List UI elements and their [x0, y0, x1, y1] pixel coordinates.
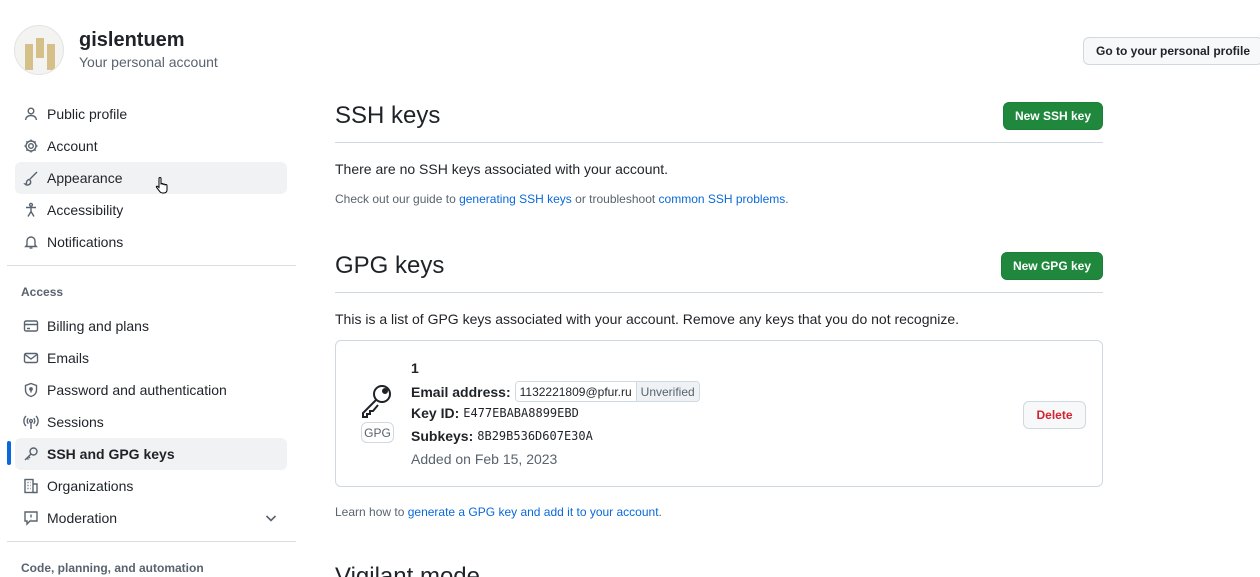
generate-gpg-key-link[interactable]: generate a GPG key and add it to your ac… — [408, 505, 659, 519]
gear-icon — [23, 138, 39, 154]
email-pill: 1132221809@pfur.ru Unverified — [514, 381, 700, 402]
email-address: 1132221809@pfur.ru — [515, 382, 636, 401]
gpg-added-date: Added on Feb 15, 2023 — [411, 451, 558, 467]
new-gpg-key-button[interactable]: New GPG key — [1001, 252, 1103, 280]
sidebar-item-billing[interactable]: Billing and plans — [15, 310, 287, 342]
report-icon — [23, 510, 39, 526]
gpg-keys-title: GPG keys — [335, 252, 445, 279]
gpg-key-item: GPG 1 Email address: 1132221809@pfur.ru … — [335, 340, 1103, 487]
broadcast-icon — [23, 414, 39, 430]
sidebar-item-notifications[interactable]: Notifications — [15, 226, 287, 258]
mail-icon — [23, 350, 39, 366]
avatar[interactable] — [14, 25, 64, 75]
sidebar-item-label: Sessions — [47, 414, 104, 430]
ssh-empty-text: There are no SSH keys associated with yo… — [335, 161, 669, 177]
gpg-learn-prefix: Learn how to — [335, 505, 408, 519]
selected-indicator — [7, 441, 11, 465]
sidebar-item-appearance[interactable]: Appearance — [15, 162, 287, 194]
ssh-guide-middle: or troubleshoot — [571, 192, 659, 206]
account-username[interactable]: gislentuem — [79, 29, 185, 52]
gpg-description: This is a list of GPG keys associated wi… — [335, 311, 960, 327]
shield-lock-icon — [23, 382, 39, 398]
ssh-guide-suffix: . — [785, 192, 789, 206]
ssh-guide-note: Check out our guide to generating SSH ke… — [335, 192, 789, 206]
sidebar-item-label: Accessibility — [47, 202, 124, 218]
keyid-label: Key ID: — [411, 405, 460, 421]
bell-icon — [23, 234, 39, 250]
key-icon — [362, 385, 391, 418]
accessibility-icon — [23, 202, 39, 218]
sidebar-divider — [7, 541, 296, 542]
section-divider — [335, 142, 1103, 143]
sidebar-item-accessibility[interactable]: Accessibility — [15, 194, 287, 226]
organization-icon — [23, 478, 39, 494]
sidebar-item-label: Password and authentication — [47, 382, 227, 398]
sidebar-heading-access: Access — [21, 285, 64, 299]
sidebar-item-password[interactable]: Password and authentication — [15, 374, 287, 406]
sidebar-item-account[interactable]: Account — [15, 130, 287, 162]
account-subtitle: Your personal account — [79, 54, 218, 70]
gpg-learn-suffix: . — [658, 505, 662, 519]
sidebar-item-ssh-gpg-keys[interactable]: SSH and GPG keys — [15, 438, 287, 470]
gpg-keyid-row: Key ID: E477EBABA8899EBD — [411, 405, 579, 421]
key-icon — [23, 446, 39, 462]
sidebar-item-label: Moderation — [47, 510, 118, 526]
sidebar-item-label: Billing and plans — [47, 318, 149, 334]
email-status-badge: Unverified — [635, 382, 699, 401]
sidebar-heading-code: Code, planning, and automation — [21, 561, 204, 575]
gpg-badge: GPG — [361, 422, 394, 443]
go-to-profile-button[interactable]: Go to your personal profile — [1083, 37, 1260, 65]
sidebar-item-label: Emails — [47, 350, 90, 366]
ssh-keys-title: SSH keys — [335, 102, 441, 129]
sidebar-item-label: Notifications — [47, 234, 124, 250]
gpg-key-name: 1 — [411, 360, 419, 376]
subkeys-value: 8B29B536D607E30A — [477, 429, 593, 443]
sidebar-item-organizations[interactable]: Organizations — [15, 470, 287, 502]
sidebar-item-emails[interactable]: Emails — [15, 342, 287, 374]
sidebar-divider — [7, 265, 296, 266]
mouse-cursor-icon — [155, 177, 168, 194]
email-label: Email address: — [411, 383, 511, 400]
generating-ssh-keys-link[interactable]: generating SSH keys — [459, 192, 572, 206]
sidebar-item-public-profile[interactable]: Public profile — [15, 98, 287, 130]
keyid-value: E477EBABA8899EBD — [463, 406, 579, 420]
common-ssh-problems-link[interactable]: common SSH problems — [659, 192, 786, 206]
new-ssh-key-button[interactable]: New SSH key — [1003, 102, 1103, 130]
sidebar-item-label: Public profile — [47, 106, 128, 122]
sidebar-item-label: SSH and GPG keys — [47, 446, 175, 462]
credit-card-icon — [23, 318, 39, 334]
ssh-guide-prefix: Check out our guide to — [335, 192, 460, 206]
paintbrush-icon — [23, 170, 39, 186]
sidebar-item-sessions[interactable]: Sessions — [15, 406, 287, 438]
sidebar-item-label: Appearance — [47, 170, 123, 186]
sidebar-item-label: Account — [47, 138, 98, 154]
vigilant-mode-title: Vigilant mode — [335, 563, 480, 577]
delete-gpg-key-button[interactable]: Delete — [1023, 401, 1086, 429]
gpg-subkeys-row: Subkeys: 8B29B536D607E30A — [411, 428, 593, 444]
subkeys-label: Subkeys: — [411, 428, 474, 444]
section-divider — [335, 292, 1103, 293]
chevron-down-icon[interactable] — [263, 510, 279, 526]
sidebar-item-label: Organizations — [47, 478, 134, 494]
sidebar-item-moderation[interactable]: Moderation — [15, 502, 287, 534]
gpg-learn-note: Learn how to generate a GPG key and add … — [335, 505, 662, 519]
gpg-email-row: Email address: 1132221809@pfur.ru Unveri… — [411, 381, 700, 402]
person-icon — [23, 106, 39, 122]
